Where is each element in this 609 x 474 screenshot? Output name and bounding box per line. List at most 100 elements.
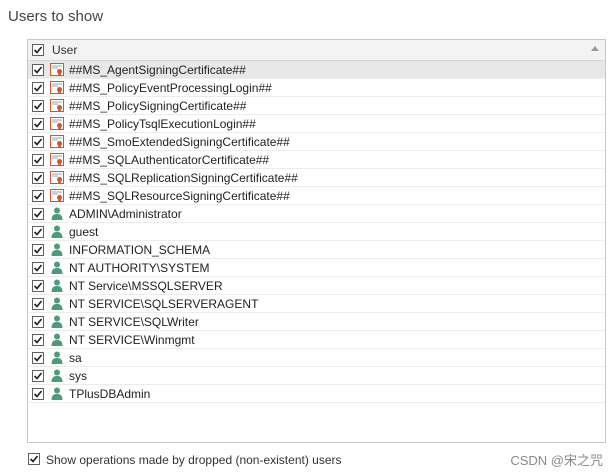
checkmark-icon	[33, 264, 43, 272]
row-checkbox[interactable]	[32, 388, 44, 400]
checkmark-icon	[33, 120, 43, 128]
row-label: ##MS_PolicyEventProcessingLogin##	[69, 81, 272, 95]
checkmark-icon	[33, 84, 43, 92]
sort-ascending-icon[interactable]	[591, 46, 599, 51]
column-header-user[interactable]: User	[52, 43, 77, 57]
row-label: ##MS_PolicyTsqlExecutionLogin##	[69, 117, 256, 131]
select-all-checkbox[interactable]	[32, 44, 44, 56]
table-row[interactable]: NT SERVICE\SQLSERVERAGENT	[28, 295, 605, 313]
row-label: INFORMATION_SCHEMA	[69, 243, 211, 257]
checkmark-icon	[33, 318, 43, 326]
row-checkbox[interactable]	[32, 136, 44, 148]
row-label: ADMIN\Administrator	[69, 207, 182, 221]
row-label: NT SERVICE\SQLSERVERAGENT	[69, 297, 259, 311]
grid-header: User	[28, 40, 605, 61]
user-icon	[50, 243, 64, 256]
checkmark-icon	[29, 455, 39, 463]
row-checkbox[interactable]	[32, 262, 44, 274]
table-row[interactable]: NT SERVICE\Winmgmt	[28, 331, 605, 349]
certificate-icon	[50, 81, 64, 94]
certificate-icon	[50, 117, 64, 130]
checkmark-icon	[33, 372, 43, 380]
table-row[interactable]: ##MS_SQLReplicationSigningCertificate##	[28, 169, 605, 187]
table-row[interactable]: ##MS_AgentSigningCertificate##	[28, 61, 605, 79]
row-checkbox[interactable]	[32, 64, 44, 76]
row-label: ##MS_AgentSigningCertificate##	[69, 63, 246, 77]
row-checkbox[interactable]	[32, 298, 44, 310]
grid-rows: ##MS_AgentSigningCertificate## ##MS_Polic…	[28, 61, 605, 403]
checkmark-icon	[33, 102, 43, 110]
table-row[interactable]: ##MS_PolicySigningCertificate##	[28, 97, 605, 115]
row-label: NT SERVICE\SQLWriter	[69, 315, 199, 329]
user-icon	[50, 315, 64, 328]
table-row[interactable]: ##MS_SQLResourceSigningCertificate##	[28, 187, 605, 205]
checkmark-icon	[33, 66, 43, 74]
checkmark-icon	[33, 336, 43, 344]
table-row[interactable]: NT AUTHORITY\SYSTEM	[28, 259, 605, 277]
table-row[interactable]: sa	[28, 349, 605, 367]
user-icon	[50, 207, 64, 220]
checkmark-icon	[33, 192, 43, 200]
table-row[interactable]: ##MS_PolicyEventProcessingLogin##	[28, 79, 605, 97]
row-checkbox[interactable]	[32, 118, 44, 130]
checkmark-icon	[33, 46, 43, 54]
row-checkbox[interactable]	[32, 82, 44, 94]
checkmark-icon	[33, 390, 43, 398]
checkmark-icon	[33, 156, 43, 164]
user-icon	[50, 333, 64, 346]
users-grid[interactable]: User ##MS_AgentSigningCertificate## ##MS_…	[27, 39, 606, 443]
checkmark-icon	[33, 246, 43, 254]
show-dropped-users-label[interactable]: Show operations made by dropped (non-exi…	[46, 453, 342, 467]
row-label: sa	[69, 351, 82, 365]
row-checkbox[interactable]	[32, 370, 44, 382]
checkmark-icon	[33, 282, 43, 290]
certificate-icon	[50, 99, 64, 112]
table-row[interactable]: ##MS_SQLAuthenticatorCertificate##	[28, 151, 605, 169]
table-row[interactable]: sys	[28, 367, 605, 385]
user-icon	[50, 297, 64, 310]
row-checkbox[interactable]	[32, 100, 44, 112]
table-row[interactable]: ##MS_PolicyTsqlExecutionLogin##	[28, 115, 605, 133]
table-row[interactable]: INFORMATION_SCHEMA	[28, 241, 605, 259]
certificate-icon	[50, 135, 64, 148]
row-checkbox[interactable]	[32, 190, 44, 202]
row-label: guest	[69, 225, 99, 239]
row-label: ##MS_PolicySigningCertificate##	[69, 99, 247, 113]
user-icon	[50, 387, 64, 400]
certificate-icon	[50, 153, 64, 166]
user-icon	[50, 351, 64, 364]
watermark-text: CSDN @宋之咒	[510, 453, 603, 468]
table-row[interactable]: TPlusDBAdmin	[28, 385, 605, 403]
checkmark-icon	[33, 138, 43, 146]
user-icon	[50, 261, 64, 274]
row-checkbox[interactable]	[32, 280, 44, 292]
row-checkbox[interactable]	[32, 172, 44, 184]
certificate-icon	[50, 63, 64, 76]
row-label: ##MS_SQLResourceSigningCertificate##	[69, 189, 290, 203]
row-label: TPlusDBAdmin	[69, 387, 151, 401]
checkmark-icon	[33, 228, 43, 236]
row-checkbox[interactable]	[32, 226, 44, 238]
user-icon	[50, 225, 64, 238]
checkmark-icon	[33, 354, 43, 362]
table-row[interactable]: NT SERVICE\SQLWriter	[28, 313, 605, 331]
checkmark-icon	[33, 174, 43, 182]
table-row[interactable]: ##MS_SmoExtendedSigningCertificate##	[28, 133, 605, 151]
table-row[interactable]: NT Service\MSSQLSERVER	[28, 277, 605, 295]
show-dropped-users-checkbox[interactable]	[28, 453, 40, 465]
user-icon	[50, 369, 64, 382]
row-checkbox[interactable]	[32, 208, 44, 220]
table-row[interactable]: ADMIN\Administrator	[28, 205, 605, 223]
row-checkbox[interactable]	[32, 244, 44, 256]
row-label: ##MS_SQLReplicationSigningCertificate##	[69, 171, 298, 185]
table-row[interactable]: guest	[28, 223, 605, 241]
row-checkbox[interactable]	[32, 334, 44, 346]
certificate-icon	[50, 171, 64, 184]
row-checkbox[interactable]	[32, 352, 44, 364]
certificate-icon	[50, 189, 64, 202]
row-checkbox[interactable]	[32, 154, 44, 166]
row-checkbox[interactable]	[32, 316, 44, 328]
row-label: sys	[69, 369, 87, 383]
row-label: NT AUTHORITY\SYSTEM	[69, 261, 210, 275]
checkmark-icon	[33, 210, 43, 218]
